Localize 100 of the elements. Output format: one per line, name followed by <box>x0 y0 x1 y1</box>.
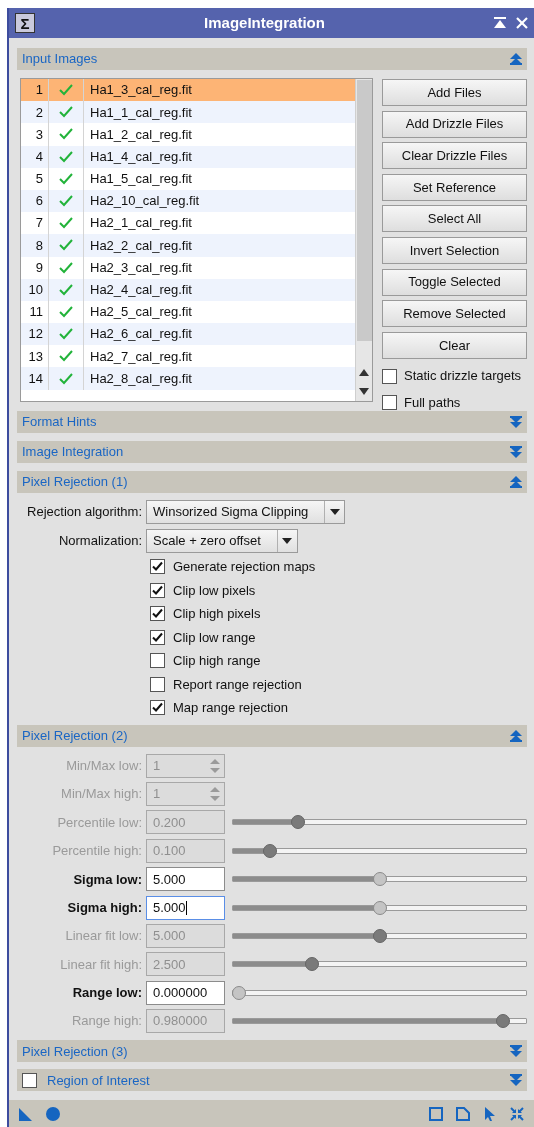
checkbox[interactable] <box>150 653 165 669</box>
checkbox[interactable] <box>382 368 397 384</box>
action-button[interactable]: Remove Selected <box>382 300 527 328</box>
circle-icon[interactable] <box>46 1106 60 1121</box>
section-title: Pixel Rejection (2) <box>22 726 129 745</box>
action-button[interactable]: Add Files <box>382 79 527 106</box>
file-name: Ha2_6_cal_reg.fit <box>90 325 192 344</box>
file-name: Ha2_8_cal_reg.fit <box>90 369 192 388</box>
slider[interactable] <box>232 985 527 1000</box>
file-name: Ha1_3_cal_reg.fit <box>90 81 192 100</box>
row-number: 12 <box>27 325 43 344</box>
checkbox[interactable] <box>150 582 165 598</box>
scroll-up-icon[interactable] <box>359 369 369 376</box>
file-row[interactable]: 4 Ha1_4_cal_reg.fit <box>21 145 355 168</box>
dropdown[interactable]: Winsorized Sigma Clipping <box>146 500 346 524</box>
checkbox-label: Clip high range <box>173 652 261 670</box>
file-row[interactable]: 10 Ha2_4_cal_reg.fit <box>21 278 355 301</box>
collapse-icon[interactable] <box>510 476 522 488</box>
field-label: Sigma high: <box>66 898 143 917</box>
dropdown[interactable]: Scale + zero offset <box>146 529 298 553</box>
checkbox[interactable] <box>150 606 165 622</box>
number-field[interactable]: 5.000 <box>146 895 225 920</box>
checkbox-label: Report range rejection <box>173 675 302 694</box>
checkbox[interactable] <box>150 700 165 716</box>
row-number: 8 <box>34 236 43 255</box>
row-number: 10 <box>27 281 43 300</box>
file-row[interactable]: 1 Ha1_3_cal_reg.fit <box>21 79 355 102</box>
row-number: 6 <box>34 192 43 211</box>
number-field[interactable]: 5.000 <box>146 867 225 892</box>
field-label: Range low: <box>71 984 143 1003</box>
action-button[interactable]: Toggle Selected <box>382 268 527 296</box>
triangle-icon[interactable] <box>19 1106 33 1121</box>
section-title: Pixel Rejection (1) <box>22 473 129 492</box>
expand-icon[interactable] <box>510 1074 522 1087</box>
field-label: Linear fit low: <box>64 927 143 946</box>
app-icon: Σ <box>15 13 35 33</box>
file-row[interactable]: 2 Ha1_1_cal_reg.fit <box>21 101 355 124</box>
checkbox[interactable] <box>382 395 397 411</box>
file-name: Ha2_7_cal_reg.fit <box>90 347 192 366</box>
checkbox-label: Map range rejection <box>173 699 288 717</box>
row-number: 5 <box>34 170 43 189</box>
collapse-icon[interactable] <box>510 729 522 742</box>
slider[interactable] <box>232 815 527 830</box>
expand-icon[interactable] <box>510 446 522 458</box>
action-button[interactable]: Invert Selection <box>382 236 527 264</box>
collapse-icon[interactable] <box>510 53 522 65</box>
slider[interactable] <box>232 872 527 887</box>
caret-icon <box>329 509 340 515</box>
window-title: ImageIntegration <box>203 12 326 33</box>
file-name: Ha2_10_cal_reg.fit <box>90 192 200 211</box>
field-label: Rejection algorithm: <box>26 503 143 522</box>
action-button[interactable]: Clear Drizzle Files <box>382 142 527 170</box>
file-name: Ha1_1_cal_reg.fit <box>90 103 192 122</box>
action-button[interactable]: Add Drizzle Files <box>382 110 527 138</box>
field-label: Normalization: <box>57 532 143 551</box>
slider[interactable] <box>232 900 527 915</box>
caret-icon <box>282 538 293 544</box>
field-label: Min/Max high: <box>60 785 143 804</box>
action-button[interactable]: Select All <box>382 205 527 233</box>
expand-icon[interactable] <box>510 416 522 428</box>
slider-thumb[interactable] <box>232 985 246 1000</box>
slider[interactable] <box>232 843 527 858</box>
scrollbar[interactable] <box>355 79 372 401</box>
close-icon[interactable] <box>516 17 528 29</box>
file-row[interactable]: 14 Ha2_8_cal_reg.fit <box>21 367 355 390</box>
slider-thumb[interactable] <box>372 872 387 887</box>
action-button[interactable]: Set Reference <box>382 173 527 201</box>
square-icon[interactable] <box>429 1106 443 1121</box>
field-label: Percentile high: <box>51 842 143 861</box>
checkbox[interactable] <box>150 629 165 645</box>
action-button[interactable]: Clear <box>382 331 527 359</box>
checkbox[interactable] <box>150 559 165 575</box>
slider[interactable] <box>232 929 527 944</box>
field-label: Range high: <box>70 1012 143 1031</box>
file-row[interactable]: 12 Ha2_6_cal_reg.fit <box>21 323 355 346</box>
checkbox[interactable] <box>150 676 165 692</box>
shrink-icon[interactable] <box>510 1106 524 1121</box>
file-name: Ha1_5_cal_reg.fit <box>90 170 192 189</box>
file-name: Ha1_2_cal_reg.fit <box>90 125 192 144</box>
scroll-down-icon[interactable] <box>359 388 369 395</box>
field-label: Percentile low: <box>56 813 143 832</box>
row-number: 2 <box>34 103 43 122</box>
expand-icon[interactable] <box>510 1045 522 1058</box>
slider-thumb[interactable] <box>372 900 387 915</box>
file-row[interactable]: 8 Ha2_2_cal_reg.fit <box>21 234 355 257</box>
cursor-icon[interactable] <box>483 1106 497 1121</box>
row-number: 14 <box>27 369 43 388</box>
checkbox-label: Clip high pixels <box>173 605 261 623</box>
slider[interactable] <box>232 1014 527 1029</box>
slider[interactable] <box>232 957 527 972</box>
pin-icon[interactable] <box>494 17 506 29</box>
checkbox[interactable] <box>22 1072 37 1088</box>
section-title: Region of Interest <box>47 1071 151 1090</box>
row-number: 13 <box>27 347 43 366</box>
file-name: Ha1_4_cal_reg.fit <box>90 147 192 166</box>
number-field[interactable]: 0.000000 <box>146 980 225 1005</box>
row-number: 3 <box>34 125 43 144</box>
field-label: Linear fit high: <box>59 955 143 974</box>
document-icon[interactable] <box>456 1106 470 1121</box>
file-row[interactable]: 6 Ha2_10_cal_reg.fit <box>21 189 355 213</box>
